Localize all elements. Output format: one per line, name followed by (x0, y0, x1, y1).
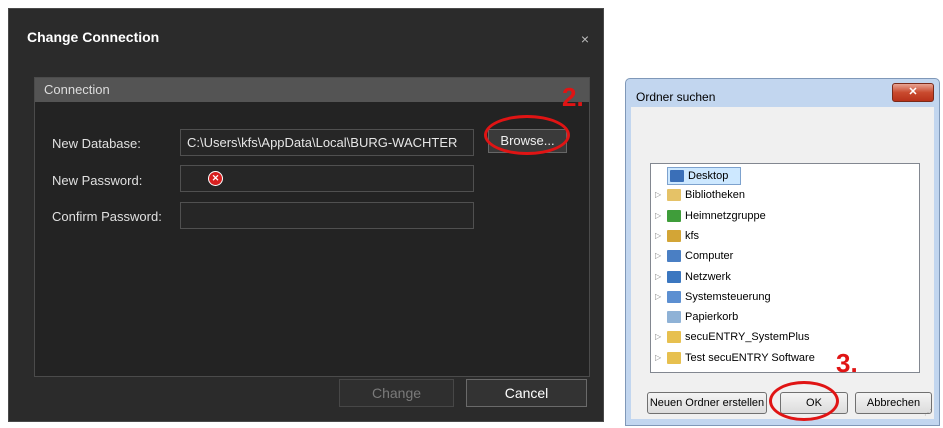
expand-arrow-icon[interactable]: ▷ (655, 332, 661, 341)
tree-item-label: Papierkorb (685, 311, 739, 324)
folder-icon (667, 351, 681, 364)
change-connection-dialog: Change Connection × Connection New Datab… (8, 8, 604, 422)
resize-grip-icon[interactable]: ⋰ (924, 408, 932, 417)
new-database-label: New Database: (52, 136, 141, 151)
cancel-button[interactable]: Cancel (466, 379, 587, 407)
tree-item[interactable]: ▷ Heimnetzgruppe (651, 208, 911, 226)
tree-item-label: Desktop (688, 170, 729, 182)
computer-icon (667, 250, 681, 263)
confirm-password-label: Confirm Password: (52, 209, 162, 224)
control-panel-icon (667, 290, 681, 303)
new-password-field[interactable] (180, 165, 474, 192)
cancel-button[interactable]: Abbrechen (855, 392, 932, 414)
homegroup-icon (667, 209, 681, 222)
dialog-body: Desktop ▷ Bibliotheken ▷ Heimnetzgruppe ▷ kfs ▷… (631, 107, 934, 419)
expand-arrow-icon[interactable]: ▷ (655, 292, 661, 301)
annotation-circle-browse (484, 115, 570, 155)
tree-item[interactable]: ▷ Test secuENTRY Software (651, 350, 911, 368)
tree-item-label: Heimnetzgruppe (685, 209, 766, 222)
tree-item[interactable]: Papierkorb (651, 309, 911, 327)
error-icon: ✕ (208, 171, 223, 186)
tree-item-label: Systemsteuerung (685, 290, 771, 303)
tree-item[interactable]: ▷ kfs (651, 228, 911, 246)
tree-item-label: Netzwerk (685, 270, 731, 283)
tree-item[interactable]: ▷ Systemsteuerung (651, 289, 911, 307)
tree-item[interactable]: ▷ Netzwerk (651, 269, 911, 287)
expand-arrow-icon[interactable]: ▷ (655, 190, 661, 199)
folder-tree[interactable]: Desktop ▷ Bibliotheken ▷ Heimnetzgruppe ▷ kfs ▷… (650, 163, 920, 373)
expand-arrow-icon[interactable]: ▷ (655, 251, 661, 260)
tree-item[interactable]: ▷ secuENTRY_SystemPlus (651, 329, 911, 347)
tree-item-label: kfs (685, 229, 700, 242)
connection-section-header: Connection (35, 78, 589, 102)
expand-arrow-icon[interactable]: ▷ (655, 211, 661, 220)
recycle-bin-icon (667, 311, 681, 324)
tree-item[interactable]: Desktop (667, 167, 741, 185)
user-folder-icon (667, 229, 681, 242)
new-password-label: New Password: (52, 173, 143, 188)
change-button[interactable]: Change (339, 379, 454, 407)
library-icon (667, 189, 681, 202)
new-database-field[interactable]: C:\Users\kfs\AppData\Local\BURG-WACHTER (180, 129, 474, 156)
annotation-step-2: 2. (562, 82, 584, 112)
confirm-password-field[interactable] (180, 202, 474, 229)
tree-item[interactable]: ▷ Bibliotheken (651, 187, 911, 205)
close-icon[interactable]: × (581, 31, 589, 47)
tree-item-label: secuENTRY_SystemPlus (685, 331, 810, 344)
expand-arrow-icon[interactable]: ▷ (655, 231, 661, 240)
tree-item-label: Test secuENTRY Software (685, 351, 815, 364)
annotation-circle-ok (769, 381, 839, 421)
folder-icon (667, 331, 681, 344)
tree-item-label: Bibliotheken (685, 189, 745, 202)
tree-item-label: Computer (685, 250, 734, 263)
expand-arrow-icon[interactable]: ▷ (655, 272, 661, 281)
expand-arrow-icon[interactable]: ▷ (655, 353, 661, 362)
tree-item[interactable]: ▷ Computer (651, 248, 911, 266)
dialog-title: Ordner suchen (636, 90, 716, 104)
browse-folder-dialog: Ordner suchen ✕ Desktop ▷ Bibliotheken ▷ Hei… (625, 78, 940, 426)
annotation-step-3: 3. (836, 348, 858, 378)
desktop-icon (670, 170, 684, 182)
dialog-title: Change Connection (27, 29, 160, 45)
network-icon (667, 270, 681, 283)
close-icon[interactable]: ✕ (892, 83, 934, 102)
new-folder-button[interactable]: Neuen Ordner erstellen (647, 392, 767, 414)
